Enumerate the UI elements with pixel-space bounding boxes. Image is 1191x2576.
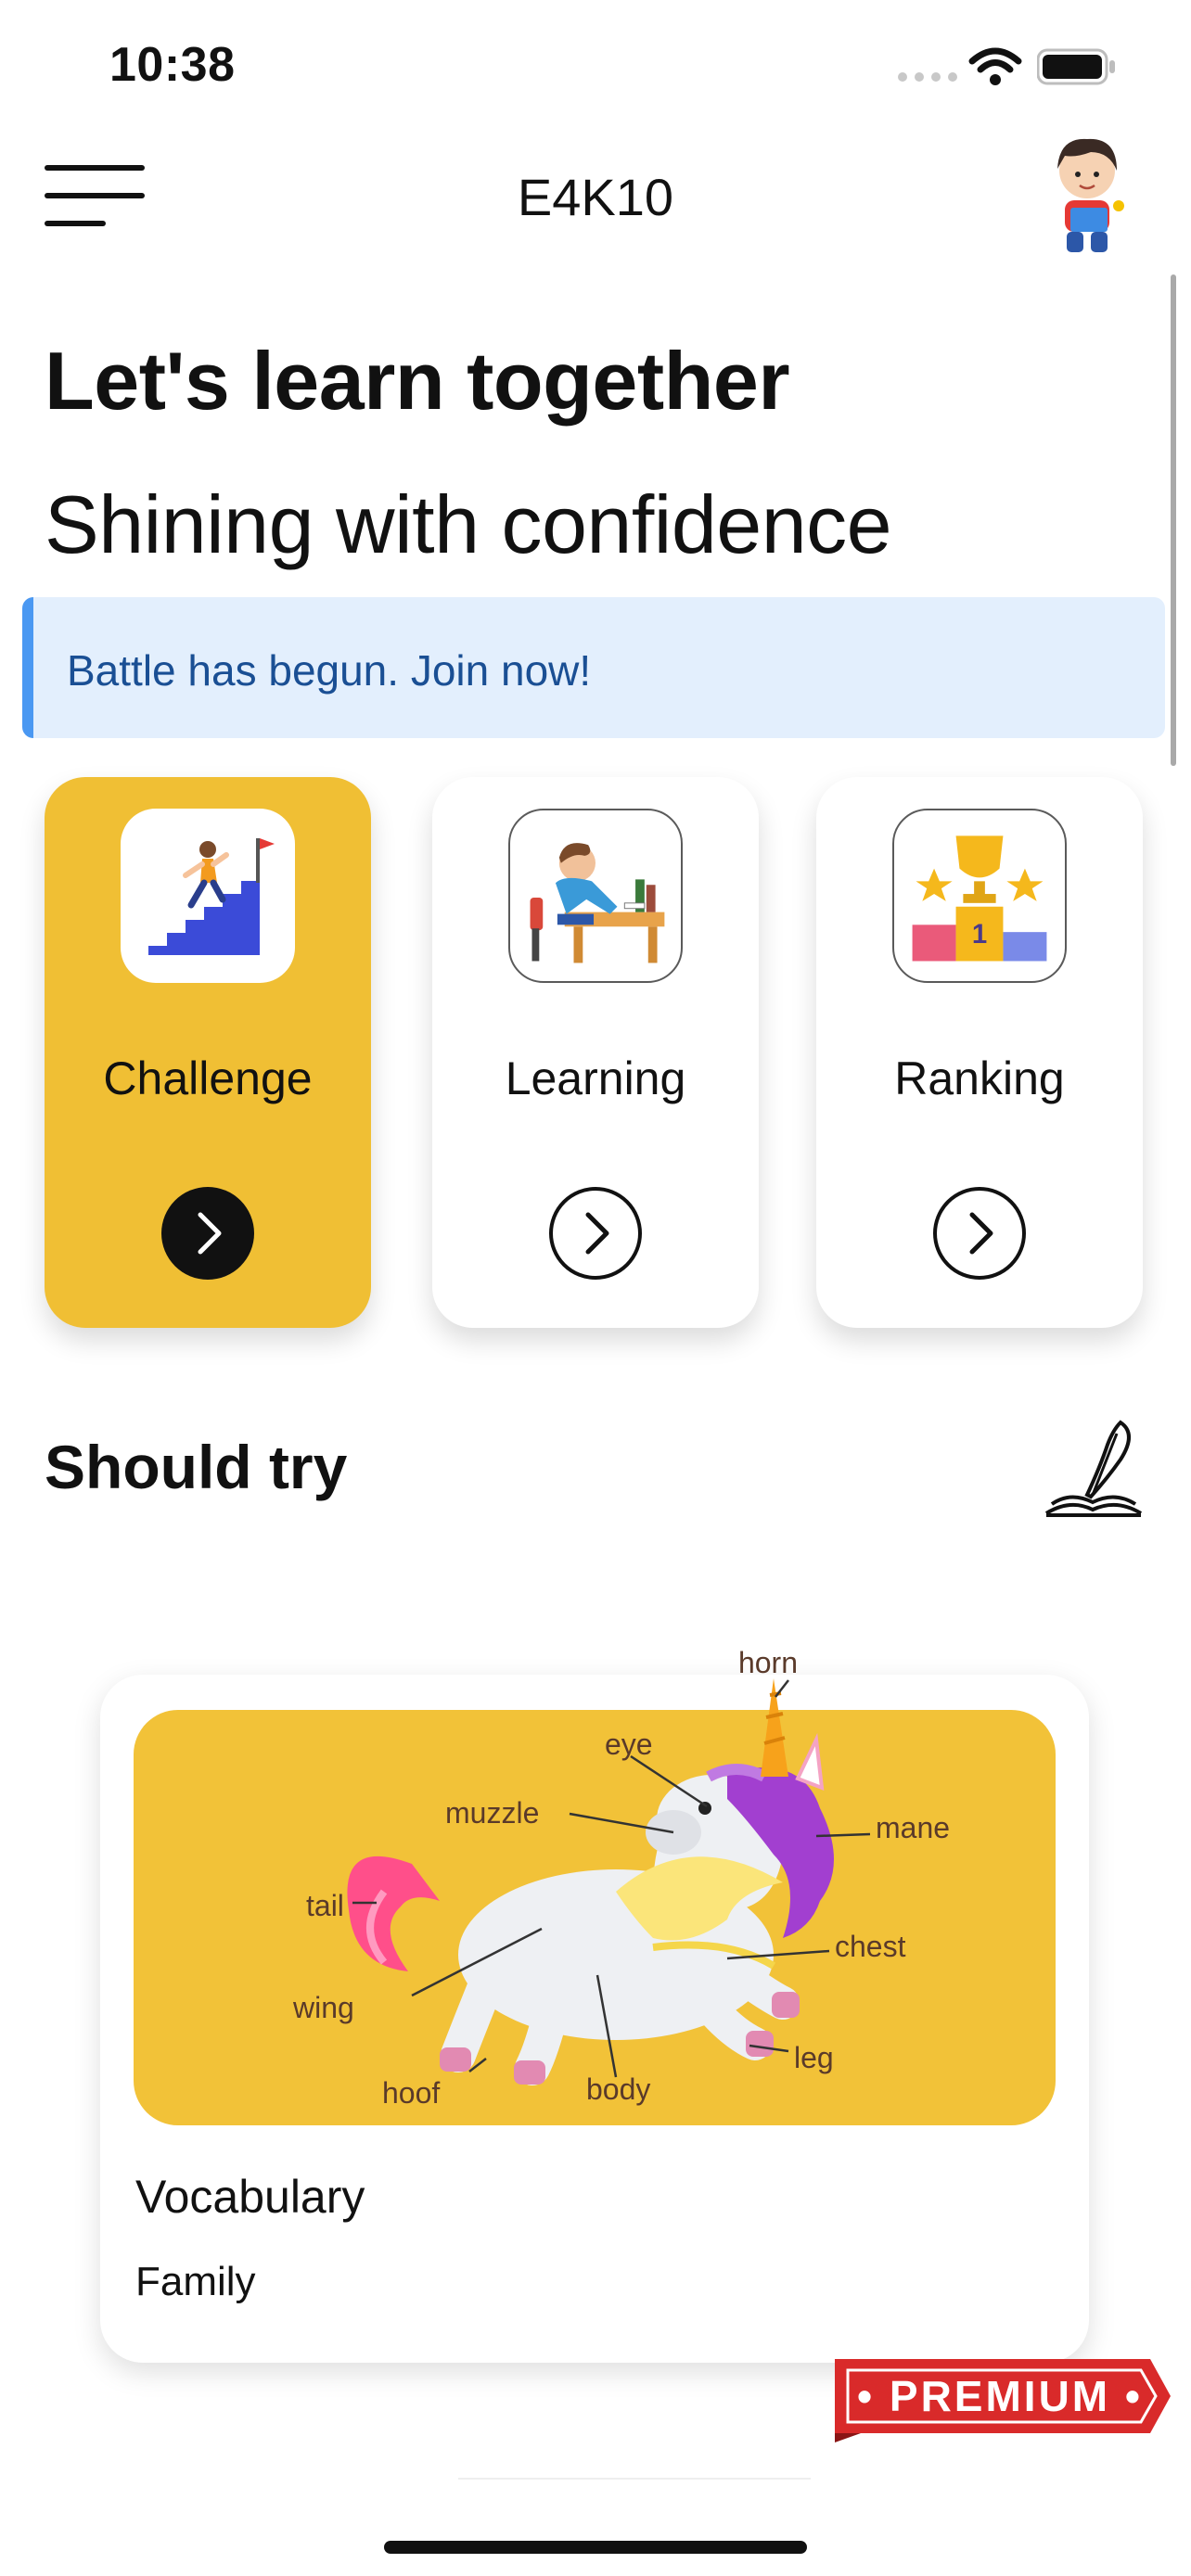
label-mane: mane [876, 1811, 950, 1844]
label-wing: wing [292, 1991, 354, 2024]
challenge-icon-box [121, 809, 295, 983]
quill-book-icon[interactable] [1043, 1417, 1145, 1521]
section-title: Should try [45, 1433, 348, 1501]
divider [458, 2478, 811, 2480]
page-subtitle: Shining with confidence [45, 478, 892, 570]
status-time: 10:38 [109, 38, 236, 92]
unicorn-vocabulary-image: horn eye muzzle mane tail chest wing leg… [292, 1646, 950, 2110]
wifi-icon [968, 47, 1022, 85]
vocabulary-title: Vocabulary [135, 2171, 365, 2223]
cellular-signal-icon [898, 72, 957, 82]
banner-text: Battle has begun. Join now! [67, 646, 592, 695]
premium-label: • PREMIUM • [857, 2372, 1143, 2420]
trophy-podium-icon: 1 [912, 835, 1047, 962]
label-horn: horn [738, 1646, 798, 1679]
label-hoof: hoof [382, 2076, 440, 2110]
stairs-climb-icon [148, 838, 275, 955]
card-challenge[interactable]: Challenge [45, 777, 371, 1328]
chevron-right-icon[interactable] [931, 1185, 1028, 1282]
card-label: Challenge [103, 1052, 313, 1104]
card-label: Ranking [894, 1052, 1065, 1104]
card-learning[interactable]: Learning [432, 777, 759, 1328]
label-chest: chest [835, 1930, 906, 1963]
card-label: Learning [505, 1052, 686, 1104]
avatar[interactable] [1039, 130, 1132, 260]
label-body: body [586, 2072, 650, 2106]
chevron-right-icon[interactable] [160, 1185, 256, 1282]
chevron-right-icon[interactable] [547, 1185, 644, 1282]
label-leg: leg [794, 2041, 834, 2074]
premium-badge[interactable]: • PREMIUM • [835, 2350, 1171, 2442]
label-muzzle: muzzle [445, 1796, 539, 1830]
ranking-icon-box: 1 [892, 809, 1067, 983]
page-title: Let's learn together [45, 335, 790, 427]
battery-icon [1037, 48, 1115, 85]
vocabulary-subtitle: Family [135, 2259, 256, 2304]
scrollbar[interactable] [1171, 274, 1176, 766]
home-indicator[interactable] [384, 2541, 807, 2554]
battle-banner[interactable]: Battle has begun. Join now! [22, 597, 1165, 738]
learning-icon-box [508, 809, 683, 983]
card-ranking[interactable]: 1 Ranking [816, 777, 1143, 1328]
label-tail: tail [306, 1889, 344, 1922]
label-eye: eye [605, 1728, 653, 1761]
app-title: E4K10 [517, 168, 674, 226]
banner-accent-bar [22, 597, 33, 738]
svg-text:1: 1 [972, 919, 987, 950]
studying-boy-icon [530, 843, 665, 963]
